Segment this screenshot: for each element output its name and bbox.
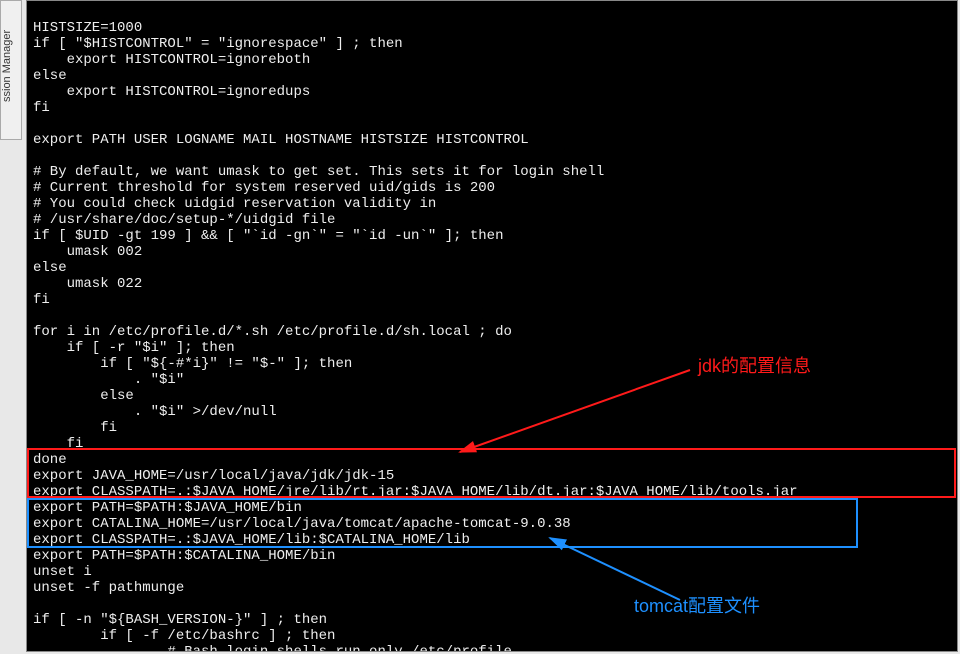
code-line: if [ "${-#*i}" != "$-" ]; then [33, 356, 352, 372]
code-line: . "$i" >/dev/null [33, 404, 277, 420]
code-line: fi [33, 436, 83, 452]
code-line: export CLASSPATH=.:$JAVA_HOME/lib:$CATAL… [33, 532, 470, 548]
code-line: export HISTCONTROL=ignoreboth [33, 52, 310, 68]
code-line: fi [33, 292, 50, 308]
code-line: fi [33, 100, 50, 116]
code-line: # /usr/share/doc/setup-*/uidgid file [33, 212, 335, 228]
code-line: . "$i" [33, 372, 184, 388]
code-line: export CATALINA_HOME=/usr/local/java/tom… [33, 516, 571, 532]
code-line: export HISTCONTROL=ignoredups [33, 84, 310, 100]
code-line: for i in /etc/profile.d/*.sh /etc/profil… [33, 324, 512, 340]
code-line: export JAVA_HOME=/usr/local/java/jdk/jdk… [33, 468, 394, 484]
code-line: if [ "$HISTCONTROL" = "ignorespace" ] ; … [33, 36, 403, 52]
code-line: if [ $UID -gt 199 ] && [ "`id -gn`" = "`… [33, 228, 503, 244]
code-line: HISTSIZE=1000 [33, 20, 142, 36]
code-line: umask 022 [33, 276, 142, 292]
tab-label: ssion Manager [1, 30, 13, 102]
code-line: unset i [33, 564, 92, 580]
code-line: fi [33, 420, 117, 436]
code-line: export PATH=$PATH:$JAVA_HOME/bin [33, 500, 302, 516]
code-line: done [33, 452, 67, 468]
code-line: # By default, we want umask to get set. … [33, 164, 604, 180]
code-line: if [ -f /etc/bashrc ] ; then [33, 628, 335, 644]
code-line: export CLASSPATH=.:$JAVA_HOME/jre/lib/rt… [33, 484, 798, 500]
code-line: if [ -n "${BASH_VERSION-}" ] ; then [33, 612, 327, 628]
code-line: # Bash login shells run only /etc/profil… [33, 644, 512, 652]
code-line: # Current threshold for system reserved … [33, 180, 495, 196]
code-line: umask 002 [33, 244, 142, 260]
code-line: if [ -r "$i" ]; then [33, 340, 235, 356]
code-line: export PATH=$PATH:$CATALINA_HOME/bin [33, 548, 335, 564]
session-manager-tab[interactable]: ssion Manager [0, 0, 22, 140]
code-line: unset -f pathmunge [33, 580, 184, 596]
code-line: export PATH USER LOGNAME MAIL HOSTNAME H… [33, 132, 529, 148]
code-line: else [33, 68, 67, 84]
code-line: # You could check uidgid reservation val… [33, 196, 436, 212]
code-line: else [33, 260, 67, 276]
terminal-viewport[interactable]: HISTSIZE=1000 if [ "$HISTCONTROL" = "ign… [26, 0, 958, 652]
code-line: else [33, 388, 134, 404]
